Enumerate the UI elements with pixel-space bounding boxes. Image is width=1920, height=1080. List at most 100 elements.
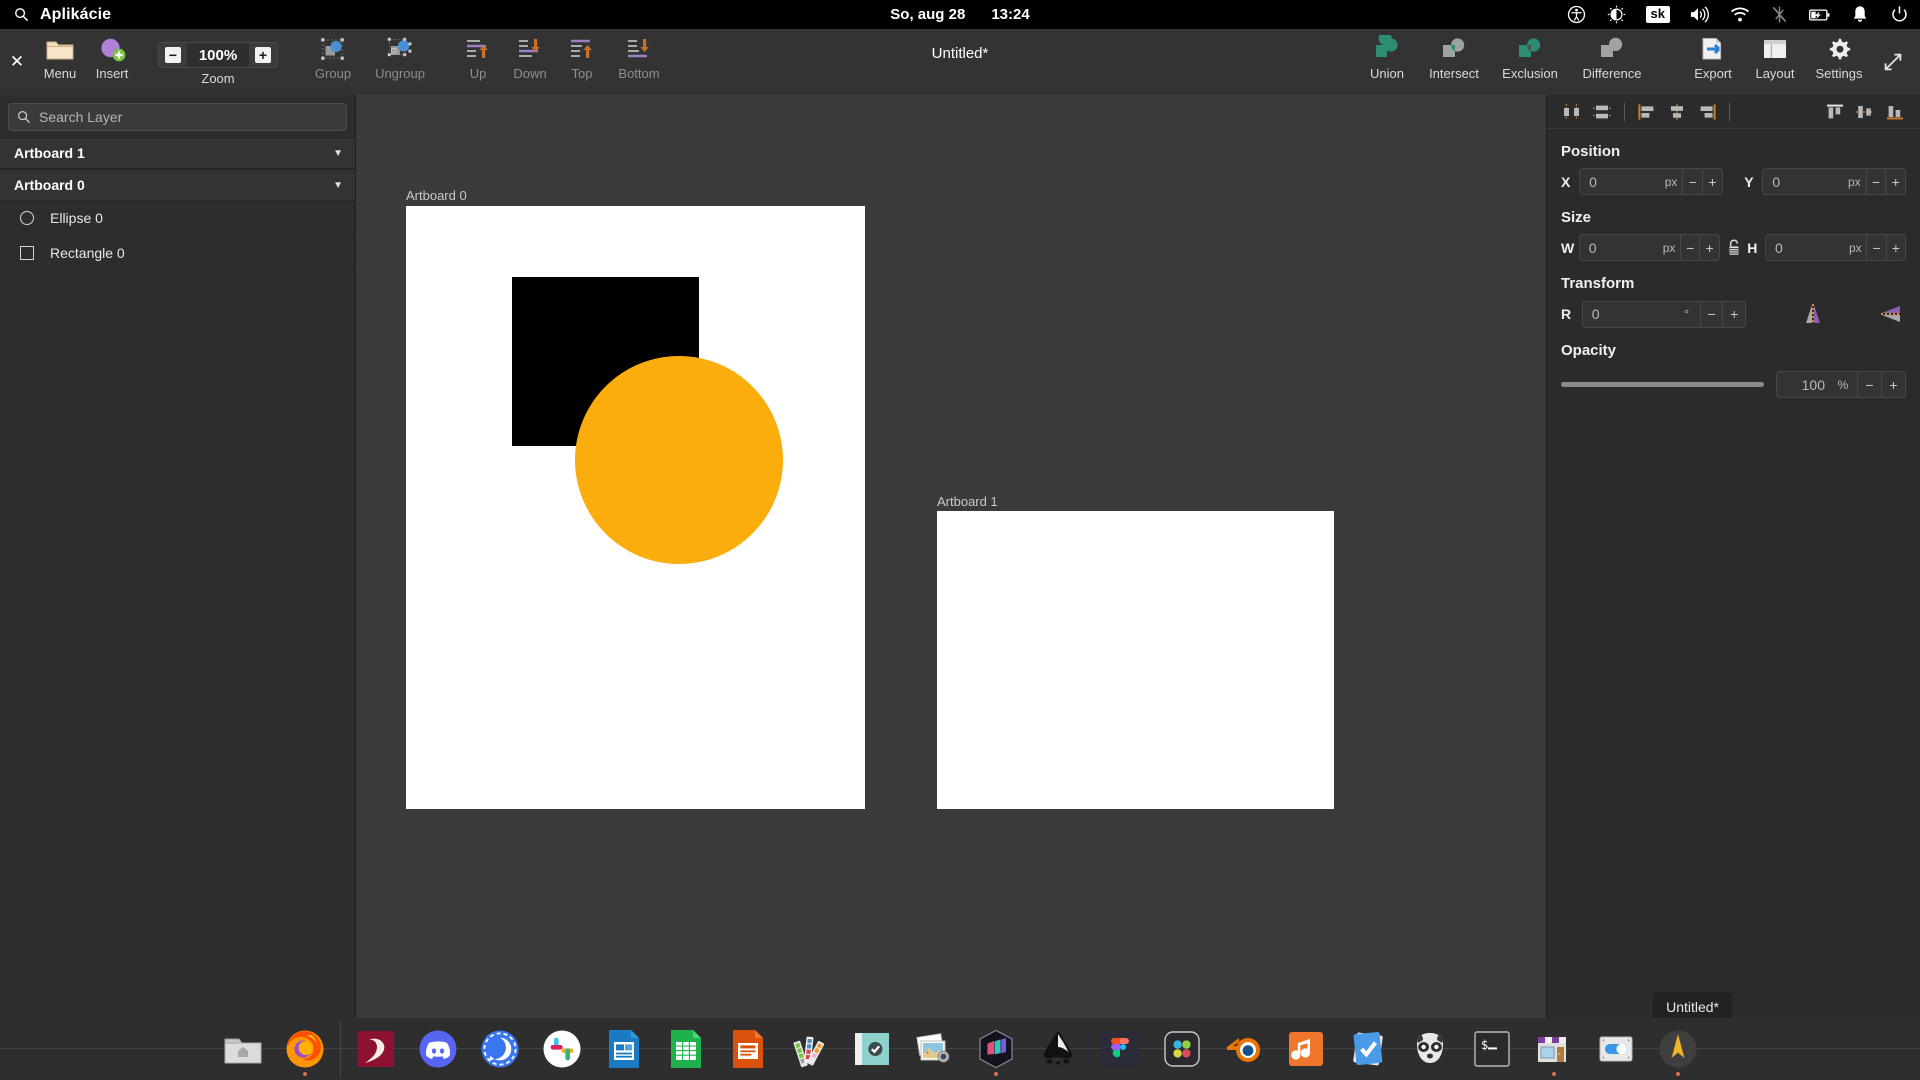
opacity-value[interactable]: 100 xyxy=(1777,372,1829,397)
rotation-increment-button[interactable]: + xyxy=(1722,301,1745,327)
dock-item-software-store[interactable] xyxy=(1523,1018,1585,1080)
artboard-1[interactable] xyxy=(937,511,1334,809)
rotation-stepper[interactable]: 0 ° − + xyxy=(1581,300,1746,328)
wifi-icon[interactable] xyxy=(1729,4,1750,25)
dock-item-gpick[interactable] xyxy=(779,1018,841,1080)
layout-button[interactable]: Layout xyxy=(1744,29,1806,95)
union-button[interactable]: Union xyxy=(1356,29,1418,95)
dock-item-raccoon-app[interactable] xyxy=(1399,1018,1461,1080)
x-decrement-button[interactable]: − xyxy=(1682,169,1702,194)
opacity-stepper[interactable]: 100 % − + xyxy=(1776,371,1906,398)
keyboard-layout-badge[interactable]: sk xyxy=(1645,5,1670,24)
h-decrement-button[interactable]: − xyxy=(1866,235,1885,260)
dock-item-shotwell[interactable] xyxy=(903,1018,965,1080)
flip-vertical-icon[interactable] xyxy=(1798,300,1828,328)
rotation-value[interactable]: 0 xyxy=(1583,302,1674,327)
distribute-vertical-icon[interactable] xyxy=(1587,98,1617,126)
move-up-button[interactable]: Up xyxy=(452,29,504,95)
dock-item-vectorapp[interactable] xyxy=(965,1018,1027,1080)
distribute-horizontal-icon[interactable] xyxy=(1557,98,1587,126)
w-stepper[interactable]: 0 px − + xyxy=(1578,234,1720,261)
sidebar-group-artboard-0[interactable]: Artboard 0 ▼ xyxy=(0,169,355,201)
insert-button[interactable]: Insert xyxy=(86,29,138,95)
dock-item-figma[interactable] xyxy=(1089,1018,1151,1080)
group-button[interactable]: Group xyxy=(302,29,364,95)
dock-item-discord[interactable] xyxy=(407,1018,469,1080)
rotation-decrement-button[interactable]: − xyxy=(1699,301,1723,327)
y-increment-button[interactable]: + xyxy=(1885,169,1905,194)
intersect-button[interactable]: Intersect xyxy=(1418,29,1490,95)
move-down-button[interactable]: Down xyxy=(504,29,556,95)
y-stepper[interactable]: 0 px − + xyxy=(1762,168,1907,195)
align-middle-vertical-icon[interactable] xyxy=(1850,98,1880,126)
w-decrement-button[interactable]: − xyxy=(1680,235,1699,260)
align-bottom-icon[interactable] xyxy=(1880,98,1910,126)
w-value[interactable]: 0 xyxy=(1580,235,1658,260)
status-tray[interactable]: sk xyxy=(1566,4,1910,25)
search-input[interactable] xyxy=(39,109,338,125)
ungroup-button[interactable]: Ungroup xyxy=(364,29,436,95)
dock-item-settings[interactable] xyxy=(1585,1018,1647,1080)
activities-button[interactable]: Aplikácie xyxy=(0,4,111,25)
w-increment-button[interactable]: + xyxy=(1699,235,1718,260)
dock-item-libreoffice-impress[interactable] xyxy=(717,1018,779,1080)
notifications-bell-icon[interactable] xyxy=(1849,4,1870,25)
align-top-icon[interactable] xyxy=(1820,98,1850,126)
dock-item-slack[interactable] xyxy=(531,1018,593,1080)
chevron-down-icon[interactable]: ▼ xyxy=(333,180,343,191)
move-bottom-button[interactable]: Bottom xyxy=(608,29,670,95)
dock-item-firefox[interactable] xyxy=(274,1018,336,1080)
canvas-shape-ellipse-0[interactable] xyxy=(575,356,783,564)
dock-item-blender[interactable] xyxy=(1213,1018,1275,1080)
h-stepper[interactable]: 0 px − + xyxy=(1765,234,1906,261)
dock-item-music[interactable] xyxy=(1275,1018,1337,1080)
y-decrement-button[interactable]: − xyxy=(1865,169,1886,194)
x-value[interactable]: 0 xyxy=(1580,169,1660,194)
canvas-area[interactable]: Artboard 0 Artboard 1 xyxy=(356,95,1546,1080)
power-icon[interactable] xyxy=(1889,4,1910,25)
align-left-icon[interactable] xyxy=(1632,98,1662,126)
y-value[interactable]: 0 xyxy=(1763,169,1843,194)
artboard-0[interactable] xyxy=(406,206,865,809)
dock-item-todo[interactable] xyxy=(841,1018,903,1080)
battery-charging-icon[interactable] xyxy=(1809,4,1830,25)
aspect-ratio-unlocked-icon[interactable] xyxy=(1720,234,1747,261)
opacity-increment-button[interactable]: + xyxy=(1881,372,1905,397)
settings-button[interactable]: Settings xyxy=(1806,29,1872,95)
bluetooth-disabled-icon[interactable] xyxy=(1769,4,1790,25)
list-item[interactable]: Ellipse 0 xyxy=(0,201,355,236)
expand-fullscreen-icon[interactable] xyxy=(1872,29,1914,95)
export-button[interactable]: Export xyxy=(1682,29,1744,95)
zoom-in-button[interactable]: + xyxy=(249,43,277,67)
dock-item-tasks[interactable] xyxy=(1337,1018,1399,1080)
dock-item-libreoffice-calc[interactable] xyxy=(655,1018,717,1080)
menu-button[interactable]: Menu xyxy=(34,29,86,95)
align-right-icon[interactable] xyxy=(1692,98,1722,126)
volume-icon[interactable] xyxy=(1689,4,1710,25)
align-center-horizontal-icon[interactable] xyxy=(1662,98,1692,126)
dock-item-terminal[interactable]: $ xyxy=(1461,1018,1523,1080)
search-layer-box[interactable] xyxy=(8,103,347,131)
dock-item-libreoffice-writer[interactable] xyxy=(593,1018,655,1080)
difference-button[interactable]: Difference xyxy=(1570,29,1654,95)
opacity-decrement-button[interactable]: − xyxy=(1857,372,1881,397)
zoom-value[interactable]: 100% xyxy=(187,43,249,67)
dock-item-show-apps[interactable] xyxy=(1647,1018,1709,1080)
dock-item-files[interactable] xyxy=(212,1018,274,1080)
close-window-button[interactable]: ✕ xyxy=(0,29,34,95)
exclusion-button[interactable]: Exclusion xyxy=(1490,29,1570,95)
dock-item-signal[interactable] xyxy=(469,1018,531,1080)
sidebar-group-artboard-1[interactable]: Artboard 1 ▼ xyxy=(0,137,355,169)
chevron-down-icon[interactable]: ▼ xyxy=(333,148,343,159)
dock-item-davinci-resolve[interactable] xyxy=(1151,1018,1213,1080)
dock-item-db-browser[interactable] xyxy=(345,1018,407,1080)
zoom-out-button[interactable]: − xyxy=(159,43,187,67)
x-increment-button[interactable]: + xyxy=(1702,169,1722,194)
h-value[interactable]: 0 xyxy=(1766,235,1844,260)
x-stepper[interactable]: 0 px − + xyxy=(1579,168,1723,195)
opacity-slider[interactable] xyxy=(1561,382,1764,387)
dock-item-inkscape[interactable] xyxy=(1027,1018,1089,1080)
brightness-icon[interactable] xyxy=(1606,4,1627,25)
accessibility-icon[interactable] xyxy=(1566,4,1587,25)
h-increment-button[interactable]: + xyxy=(1885,235,1905,260)
